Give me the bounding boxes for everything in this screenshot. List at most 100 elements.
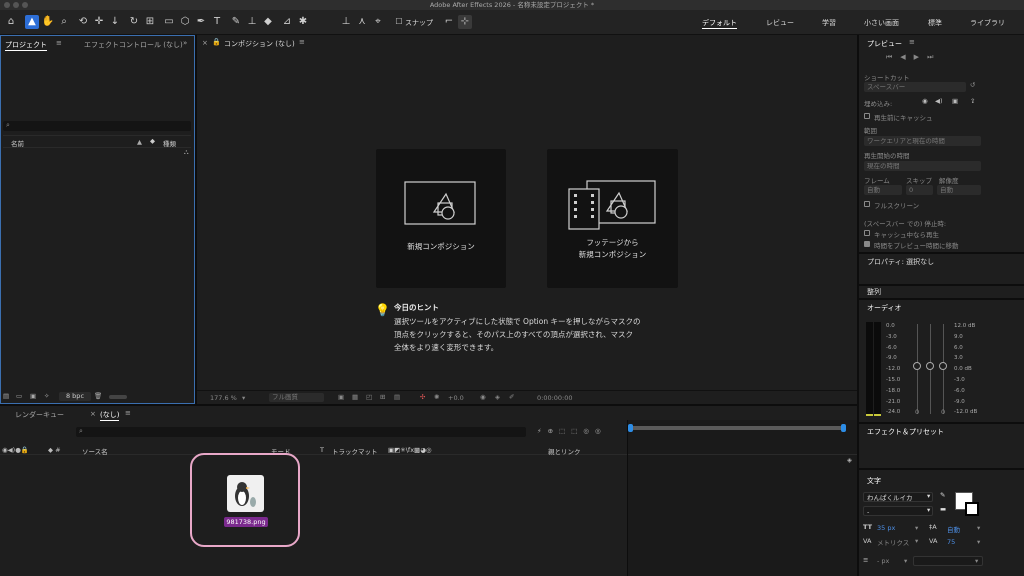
label-tag-icon[interactable]: ◆ # <box>48 446 61 454</box>
tab-effect-controls[interactable]: エフェクトコントロール (なし) <box>84 40 183 50</box>
panel-menu-icon[interactable]: ≡ <box>56 39 62 47</box>
fader-knob-master[interactable] <box>926 362 934 370</box>
tab-project[interactable]: プロジェクト <box>5 40 47 51</box>
timeline-search-input[interactable]: ⌕ <box>76 427 526 437</box>
show-snapshot-icon[interactable]: ◈ <box>495 393 500 401</box>
workspace-libraries[interactable]: ライブラリ <box>970 18 1005 28</box>
guides-icon[interactable]: ⊞ <box>380 393 385 401</box>
eraser-tool-icon[interactable]: ◆ <box>261 15 275 29</box>
comp-marker-icon[interactable]: ◈ <box>847 456 852 464</box>
playback-controls[interactable]: ⏮◀▶⏭ <box>886 53 941 62</box>
stroke-style-dropdown[interactable] <box>913 556 983 566</box>
adjust-icon[interactable]: ✧ <box>44 392 49 400</box>
workspace-review[interactable]: レビュー <box>766 18 794 28</box>
column-parent-link[interactable]: 親とリンク <box>548 446 581 456</box>
work-area-start-handle[interactable] <box>628 424 633 432</box>
rotation-tool-icon[interactable]: ↻ <box>127 15 141 29</box>
font-family-dropdown[interactable]: わんぱくルイカ <box>863 492 933 502</box>
axis-local-icon[interactable]: ⊥ <box>339 15 353 29</box>
timeline-switches[interactable]: ⚡⊕⬚⬚◎◎ <box>537 427 607 435</box>
trash-icon[interactable]: 🗑 <box>94 392 102 400</box>
color-picker-icon[interactable]: ✐ <box>509 393 514 401</box>
fullscreen-checkbox[interactable] <box>864 201 870 207</box>
pen-tool-icon[interactable]: ✒ <box>194 15 208 29</box>
grid-icon[interactable]: ▤ <box>394 393 400 401</box>
snap-option-icon[interactable]: ⌐ <box>442 15 456 29</box>
axis-view-icon[interactable]: ⌖ <box>371 15 385 29</box>
home-icon[interactable]: ⌂ <box>4 15 18 29</box>
tracking-value[interactable]: 75 <box>947 538 955 546</box>
region-icon[interactable]: ▣ <box>338 393 344 401</box>
sort-up-icon[interactable]: ▲ <box>137 138 142 146</box>
mask-icon[interactable]: ◰ <box>366 393 372 401</box>
panel-menu-icon[interactable]: ≡ <box>125 409 131 417</box>
zoom-level[interactable]: 177.6 % <box>210 394 237 402</box>
snap-mode-icon[interactable]: ⊹ <box>458 15 472 29</box>
panel-menu-icon[interactable]: ≡ <box>299 38 305 46</box>
chevron-down-icon[interactable]: ▾ <box>915 524 918 532</box>
new-comp-icon[interactable]: ▣ <box>30 392 36 400</box>
roto-brush-icon[interactable]: ⊿ <box>280 15 294 29</box>
work-area-end-handle[interactable] <box>841 424 846 432</box>
reset-icon[interactable]: ↺ <box>970 81 975 89</box>
snapshot-icon[interactable]: ◉ <box>480 393 486 401</box>
zoom-tool-icon[interactable]: ⌕ <box>57 15 71 29</box>
file-thumbnail[interactable] <box>227 475 264 512</box>
av-features-icons[interactable]: ◉◀)●🔒 <box>2 446 29 454</box>
exposure-icon[interactable]: ✺ <box>434 393 439 401</box>
flowchart-icon[interactable]: ⛬ <box>184 148 189 157</box>
clone-stamp-icon[interactable]: ⊥ <box>245 15 259 29</box>
font-style-dropdown[interactable]: - <box>863 506 933 516</box>
hand-tool-icon[interactable]: ✋ <box>41 15 55 29</box>
anchor-tool-icon[interactable]: ⊞ <box>143 15 157 29</box>
workspace-default[interactable]: デフォルト <box>702 18 737 29</box>
work-area-bar[interactable] <box>630 426 846 430</box>
orbit-camera-icon[interactable]: ⟲ <box>76 15 90 29</box>
panel-menu-icon[interactable]: ≡ <box>909 38 915 46</box>
start-dropdown[interactable]: 現在の時間 <box>864 161 981 171</box>
chevron-down-icon[interactable]: ▾ <box>915 537 918 545</box>
workspace-small-screen[interactable]: 小さい画面 <box>864 18 899 28</box>
new-folder-icon[interactable]: ▭ <box>16 392 22 400</box>
stop-move-checkbox[interactable] <box>864 241 870 247</box>
chevron-down-icon[interactable]: ▾ <box>927 506 930 514</box>
fader-knob-right[interactable] <box>939 362 947 370</box>
switches-icons[interactable]: ▣◩✳\fx▩◕◎ <box>388 446 432 454</box>
new-composition-card[interactable]: 新規コンポジション <box>376 149 506 288</box>
label-tag-icon[interactable]: ◆ <box>150 137 155 145</box>
audio-icon[interactable]: ◀) <box>935 97 943 105</box>
chevron-down-icon[interactable]: ▾ <box>977 538 980 546</box>
3d-shape-icon[interactable]: ⬡ <box>178 15 192 29</box>
chevron-down-icon[interactable]: ▾ <box>242 394 245 402</box>
timeline-graph-area[interactable]: ◈ <box>627 420 858 576</box>
workspace-standard[interactable]: 標準 <box>928 18 942 28</box>
shape-tool-icon[interactable]: ▭ <box>162 15 176 29</box>
selection-tool-icon[interactable]: ▲ <box>25 15 39 29</box>
dolly-camera-icon[interactable]: ↓ <box>108 15 122 29</box>
shortcut-dropdown[interactable]: スペースバー <box>864 82 966 92</box>
snap-checkbox-icon[interactable]: ☐ <box>392 15 406 29</box>
skip-dropdown[interactable]: 0 <box>906 185 933 195</box>
tab-render-queue[interactable]: レンダーキュー <box>15 410 64 420</box>
close-tab-icon[interactable]: × <box>90 410 96 418</box>
new-comp-from-footage-card[interactable]: フッテージから 新規コンポジション <box>547 149 678 288</box>
tab-composition[interactable]: コンポジション (なし) <box>224 39 295 49</box>
workspace-learn[interactable]: 学習 <box>822 18 836 28</box>
window-controls[interactable] <box>4 2 28 8</box>
kerning-value[interactable]: メトリクス <box>877 537 909 547</box>
stop-cache-checkbox[interactable] <box>864 230 870 236</box>
puppet-tool-icon[interactable]: ✱ <box>296 15 310 29</box>
column-source-name[interactable]: ソース名 <box>82 446 108 456</box>
chevron-down-icon[interactable]: ▾ <box>927 492 930 500</box>
interpret-footage-icon[interactable]: ▤ <box>3 392 9 400</box>
video-icon[interactable]: ◉ <box>922 97 928 105</box>
chevron-down-icon[interactable]: ▾ <box>975 557 978 565</box>
type-tool-icon[interactable]: T <box>210 15 224 29</box>
no-color-icon[interactable]: ▬ <box>940 505 946 513</box>
overflow-icon[interactable]: » <box>183 39 187 47</box>
fader-knob-left[interactable] <box>913 362 921 370</box>
bpc-button[interactable]: 8 bpc <box>59 392 91 401</box>
project-search-input[interactable]: ⌕ <box>3 121 191 131</box>
transparency-icon[interactable]: ▦ <box>352 393 358 401</box>
eyedropper-icon[interactable]: ✎ <box>940 491 945 499</box>
